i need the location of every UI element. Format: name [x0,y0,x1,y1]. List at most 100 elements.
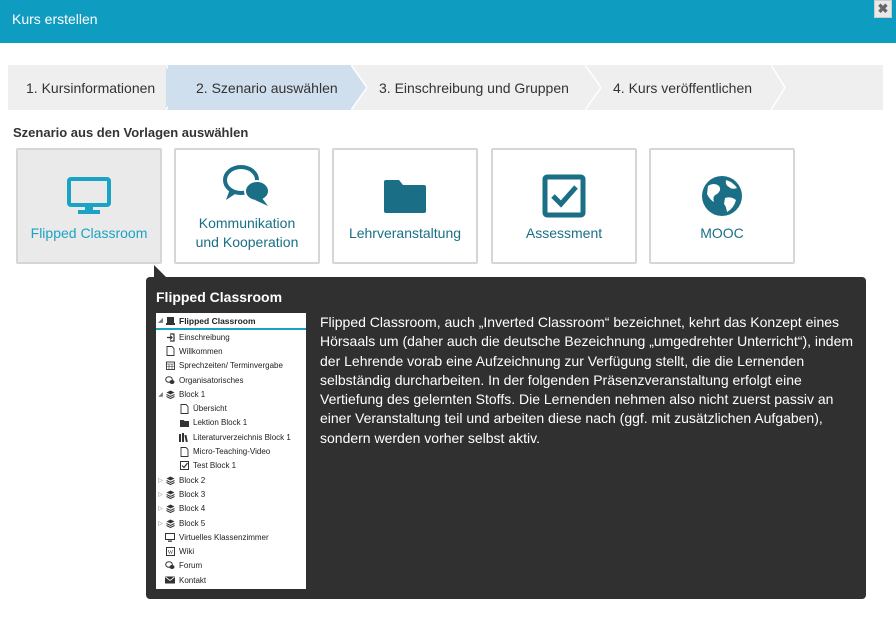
scenario-card-kommunikation[interactable]: Kommunikation und Kooperation [174,148,320,264]
tree-item: Forum [156,559,306,573]
step-kursinformationen[interactable]: 1. Kursinformationen [8,65,168,110]
scenario-card-mooc[interactable]: MOOC [649,148,795,264]
wiki-icon: W [165,547,175,557]
tree-item-label: Block 2 [179,475,206,485]
tree-item: Willkommen [156,344,306,358]
scenario-label: MOOC [700,225,744,241]
step-einschreibung[interactable]: 3. Einschreibung und Gruppen [367,65,585,110]
tree-item-label: Kontakt [179,575,207,585]
step-label: 4. Kurs veröffentlichen [613,79,753,96]
dialog-titlebar: Kurs erstellen [0,0,896,43]
wizard-steps: 1. Kursinformationen 2. Szenario auswähl… [8,65,883,110]
tree-item: Lektion Block 1 [156,416,306,430]
scenario-label: Assessment [525,225,603,241]
close-icon: ✖ [877,1,889,16]
tree-items: Einschreibung Willkommen Sprechzeiten/ Ter… [156,330,306,587]
collapse-icon: ▷ [158,520,163,527]
tree-item-label: Übersicht [193,404,227,414]
expand-icon: ◢ [158,318,163,324]
svg-text:W: W [167,550,173,556]
tree-item-label: Lektion Block 1 [193,418,248,428]
stack-icon [165,519,175,528]
step-label: 1. Kursinformationen [26,79,156,96]
tree-item-label: Forum [179,561,203,571]
monitor-icon [67,174,111,218]
tree-item: Übersicht [156,401,306,415]
tree-item-label: Willkommen [179,346,223,356]
tooltip-pointer [154,265,166,277]
calendar-icon [165,361,175,371]
scenario-tooltip: Flipped Classroom ◢ Flipped Classroom Ei… [146,277,866,599]
tree-item-label: Organisatorisches [179,375,244,385]
course-icon [165,316,175,325]
step-szenario[interactable]: 2. Szenario auswählen [168,65,351,110]
tree-item: Virtuelles Klassenzimmer [156,530,306,544]
stack-icon [165,390,175,399]
step-separator [585,65,601,110]
tree-item: ▷ Block 5 [156,516,306,530]
tooltip-description: Flipped Classroom, auch „Inverted Classr… [320,314,854,446]
step-separator [351,65,367,110]
scenario-label-line1: Kommunikation [198,215,296,231]
checkbox-icon [179,461,189,471]
monitor-icon [165,532,175,542]
tree-item-label: Block 3 [179,489,206,499]
scenario-heading: Szenario aus den Vorlagen auswählen [13,125,249,140]
scenario-card-lehrveranstaltung[interactable]: Lehrveranstaltung [332,148,478,264]
collapse-icon: ▷ [158,491,163,498]
chat-icon [165,561,175,570]
dialog-title: Kurs erstellen [12,11,98,27]
tree-item: W Wiki [156,544,306,558]
tree-item-label: Einschreibung [179,332,230,342]
books-icon [179,432,189,442]
globe-icon [700,174,744,218]
stack-icon [165,490,175,499]
tree-item: Einschreibung [156,330,306,344]
expand-icon: ◢ [158,391,163,398]
step-label: 2. Szenario auswählen [196,79,338,96]
chat-bubbles-icon [222,164,272,208]
scenario-label: Lehrveranstaltung [348,225,462,241]
tree-item-label: Literaturverzeichnis Block 1 [193,432,291,442]
tree-item-label: Block 1 [179,389,206,399]
tree-item: Kontakt [156,573,306,587]
page-icon [179,403,189,414]
step-separator [771,65,786,110]
scenario-label-line2: und Kooperation [195,234,299,250]
tree-root: ◢ Flipped Classroom [156,313,306,330]
tree-item-label: Block 5 [179,518,206,528]
course-structure-preview: ◢ Flipped Classroom Einschreibung Willkom… [156,313,306,589]
tree-item-label: Virtuelles Klassenzimmer [179,532,269,542]
tree-item: Test Block 1 [156,459,306,473]
tree-item: ◢ Block 1 [156,387,306,401]
folder-icon [383,174,427,218]
mail-icon [165,576,175,585]
tree-item: ▷ Block 4 [156,502,306,516]
tree-item-label: Wiki [179,547,195,557]
tree-item-label: Block 4 [179,504,206,514]
tree-item: ▷ Block 2 [156,473,306,487]
page-icon [179,446,189,457]
tooltip-title: Flipped Classroom [156,289,283,305]
tree-item-label: Test Block 1 [193,461,237,471]
folder-icon [179,418,189,427]
scenario-card-flipped-classroom[interactable]: Flipped Classroom [16,148,162,264]
tree-root-label: Flipped Classroom [179,315,256,326]
tree-item: Micro-Teaching-Video [156,444,306,458]
page-icon [165,346,175,357]
close-button[interactable]: ✖ [874,0,892,18]
stack-icon [165,476,175,485]
scenario-label: Flipped Classroom [30,225,148,241]
enter-icon [165,333,175,342]
chat-icon [165,375,175,385]
step-label: 3. Einschreibung und Gruppen [379,79,569,96]
tree-item: Sprechzeiten/ Terminvergabe [156,359,306,373]
tree-item: Literaturverzeichnis Block 1 [156,430,306,444]
step-veroeffentlichen[interactable]: 4. Kurs veröffentlichen [601,65,771,110]
stack-icon [165,504,175,514]
tree-item-label: Micro-Teaching-Video [193,447,271,457]
tree-item: ▷ Block 3 [156,487,306,501]
scenario-card-assessment[interactable]: Assessment [491,148,637,264]
tree-item: Organisatorisches [156,373,306,387]
tree-item-label: Sprechzeiten/ Terminvergabe [179,361,283,371]
